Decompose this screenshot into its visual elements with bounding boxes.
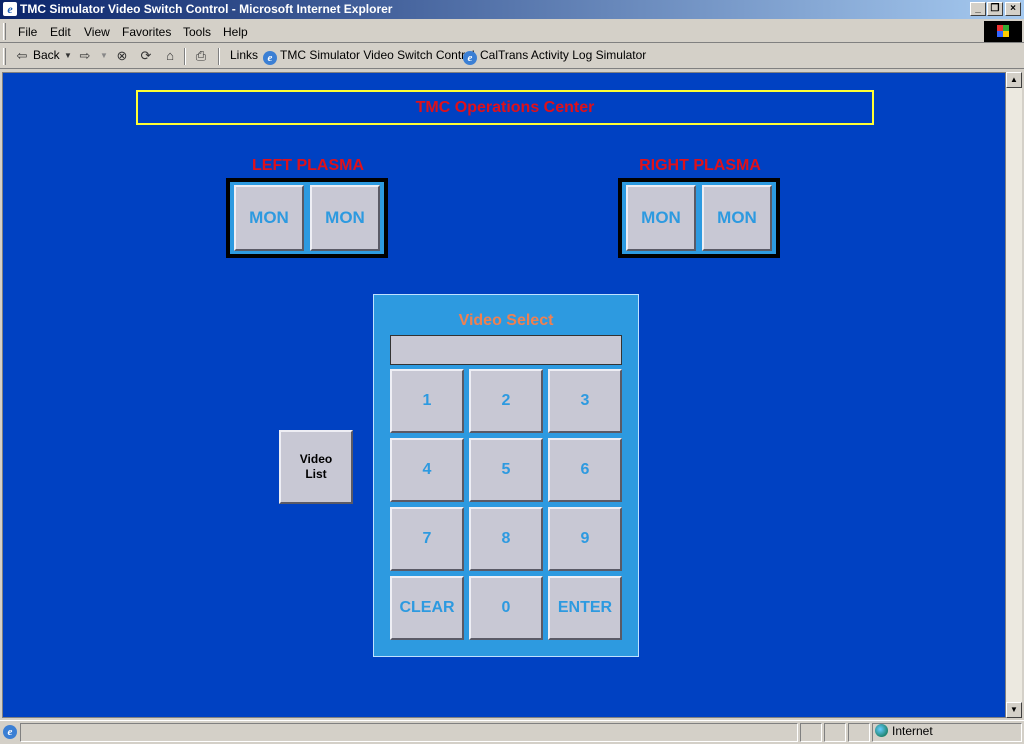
key-3[interactable]: 3 (548, 369, 622, 433)
menu-tools[interactable]: Tools (183, 25, 211, 39)
left-plasma-mon-1[interactable]: MON (234, 185, 304, 251)
key-9[interactable]: 9 (548, 507, 622, 571)
right-plasma-mon-1[interactable]: MON (626, 185, 696, 251)
status-text-cell (20, 723, 798, 742)
key-0[interactable]: 0 (469, 576, 543, 640)
link-video-switch[interactable]: e TMC Simulator Video Switch Control (263, 48, 475, 65)
close-button[interactable]: × (1005, 2, 1021, 16)
forward-arrow-icon[interactable]: ⇨ (77, 48, 93, 64)
key-8[interactable]: 8 (469, 507, 543, 571)
video-list-label: Video List (299, 452, 333, 481)
right-plasma-panel: MON MON (618, 178, 780, 258)
link-caltrans-log-label: CalTrans Activity Log Simulator (480, 48, 647, 62)
stop-icon[interactable]: ⊗ (114, 48, 130, 64)
scroll-down-icon[interactable]: ▼ (1006, 702, 1022, 718)
vertical-scrollbar[interactable]: ▲ ▼ (1006, 72, 1022, 718)
right-plasma-label: RIGHT PLASMA (639, 157, 761, 174)
home-icon[interactable]: ⌂ (162, 48, 178, 64)
video-select-keypad: Video Select 1 2 3 4 5 6 7 8 9 CLEAR 0 E… (373, 294, 639, 657)
ie-logo-icon: e (3, 2, 17, 16)
scroll-up-icon[interactable]: ▲ (1006, 72, 1022, 88)
link-caltrans-log[interactable]: e CalTrans Activity Log Simulator (463, 48, 646, 65)
status-cell (848, 723, 870, 742)
key-enter[interactable]: ENTER (548, 576, 622, 640)
menu-edit[interactable]: Edit (50, 25, 71, 39)
title-bar: e TMC Simulator Video Switch Control - M… (0, 0, 1024, 19)
toolbar: ⇦ Back ▼ ⇨ ▼ ⊗ ⟳ ⌂ ⎙ Links e TMC Simulato… (0, 44, 1024, 69)
menu-file[interactable]: File (18, 25, 37, 39)
menu-bar: File Edit View Favorites Tools Help (0, 20, 1024, 43)
key-5[interactable]: 5 (469, 438, 543, 502)
ie-page-icon: e (263, 51, 277, 65)
links-label: Links (230, 48, 259, 62)
menu-favorites[interactable]: Favorites (122, 25, 171, 39)
key-clear[interactable]: CLEAR (390, 576, 464, 640)
status-cell (800, 723, 822, 742)
key-1[interactable]: 1 (390, 369, 464, 433)
key-6[interactable]: 6 (548, 438, 622, 502)
ie-page-icon: e (463, 51, 477, 65)
left-plasma-panel: MON MON (226, 178, 388, 258)
window-title: TMC Simulator Video Switch Control - Mic… (20, 2, 393, 16)
video-select-title: Video Select (458, 312, 554, 329)
windows-logo-icon (984, 21, 1022, 42)
back-dropdown-icon[interactable]: ▼ (60, 48, 76, 64)
key-2[interactable]: 2 (469, 369, 543, 433)
left-plasma-mon-2[interactable]: MON (310, 185, 380, 251)
key-4[interactable]: 4 (390, 438, 464, 502)
status-cell (824, 723, 846, 742)
status-bar: e Internet (0, 720, 1024, 744)
back-arrow-icon[interactable]: ⇦ (14, 48, 30, 64)
toolbar-separator (218, 48, 220, 65)
back-button[interactable]: Back (33, 48, 60, 62)
toolbar-separator (184, 48, 186, 65)
video-select-display[interactable] (390, 335, 622, 365)
minimize-button[interactable]: _ (970, 2, 986, 16)
menu-view[interactable]: View (84, 25, 110, 39)
globe-icon (875, 724, 888, 737)
restore-button[interactable]: ❐ (987, 2, 1003, 16)
toolbar-grip (3, 48, 6, 65)
menu-grip (3, 23, 6, 40)
print-icon[interactable]: ⎙ (193, 48, 209, 64)
page-content: TMC Operations Center LEFT PLASMA MON MO… (2, 72, 1006, 718)
video-list-button[interactable]: Video List (279, 430, 353, 504)
refresh-icon[interactable]: ⟳ (138, 48, 154, 64)
menu-help[interactable]: Help (223, 25, 248, 39)
security-zone: Internet (875, 724, 933, 738)
forward-dropdown-icon[interactable]: ▼ (96, 48, 112, 64)
page-status-icon: e (3, 725, 17, 739)
right-plasma-mon-2[interactable]: MON (702, 185, 772, 251)
operations-banner: TMC Operations Center (136, 90, 874, 125)
security-zone-label: Internet (892, 724, 933, 738)
key-7[interactable]: 7 (390, 507, 464, 571)
left-plasma-label: LEFT PLASMA (252, 157, 364, 174)
link-video-switch-label: TMC Simulator Video Switch Control (280, 48, 475, 62)
